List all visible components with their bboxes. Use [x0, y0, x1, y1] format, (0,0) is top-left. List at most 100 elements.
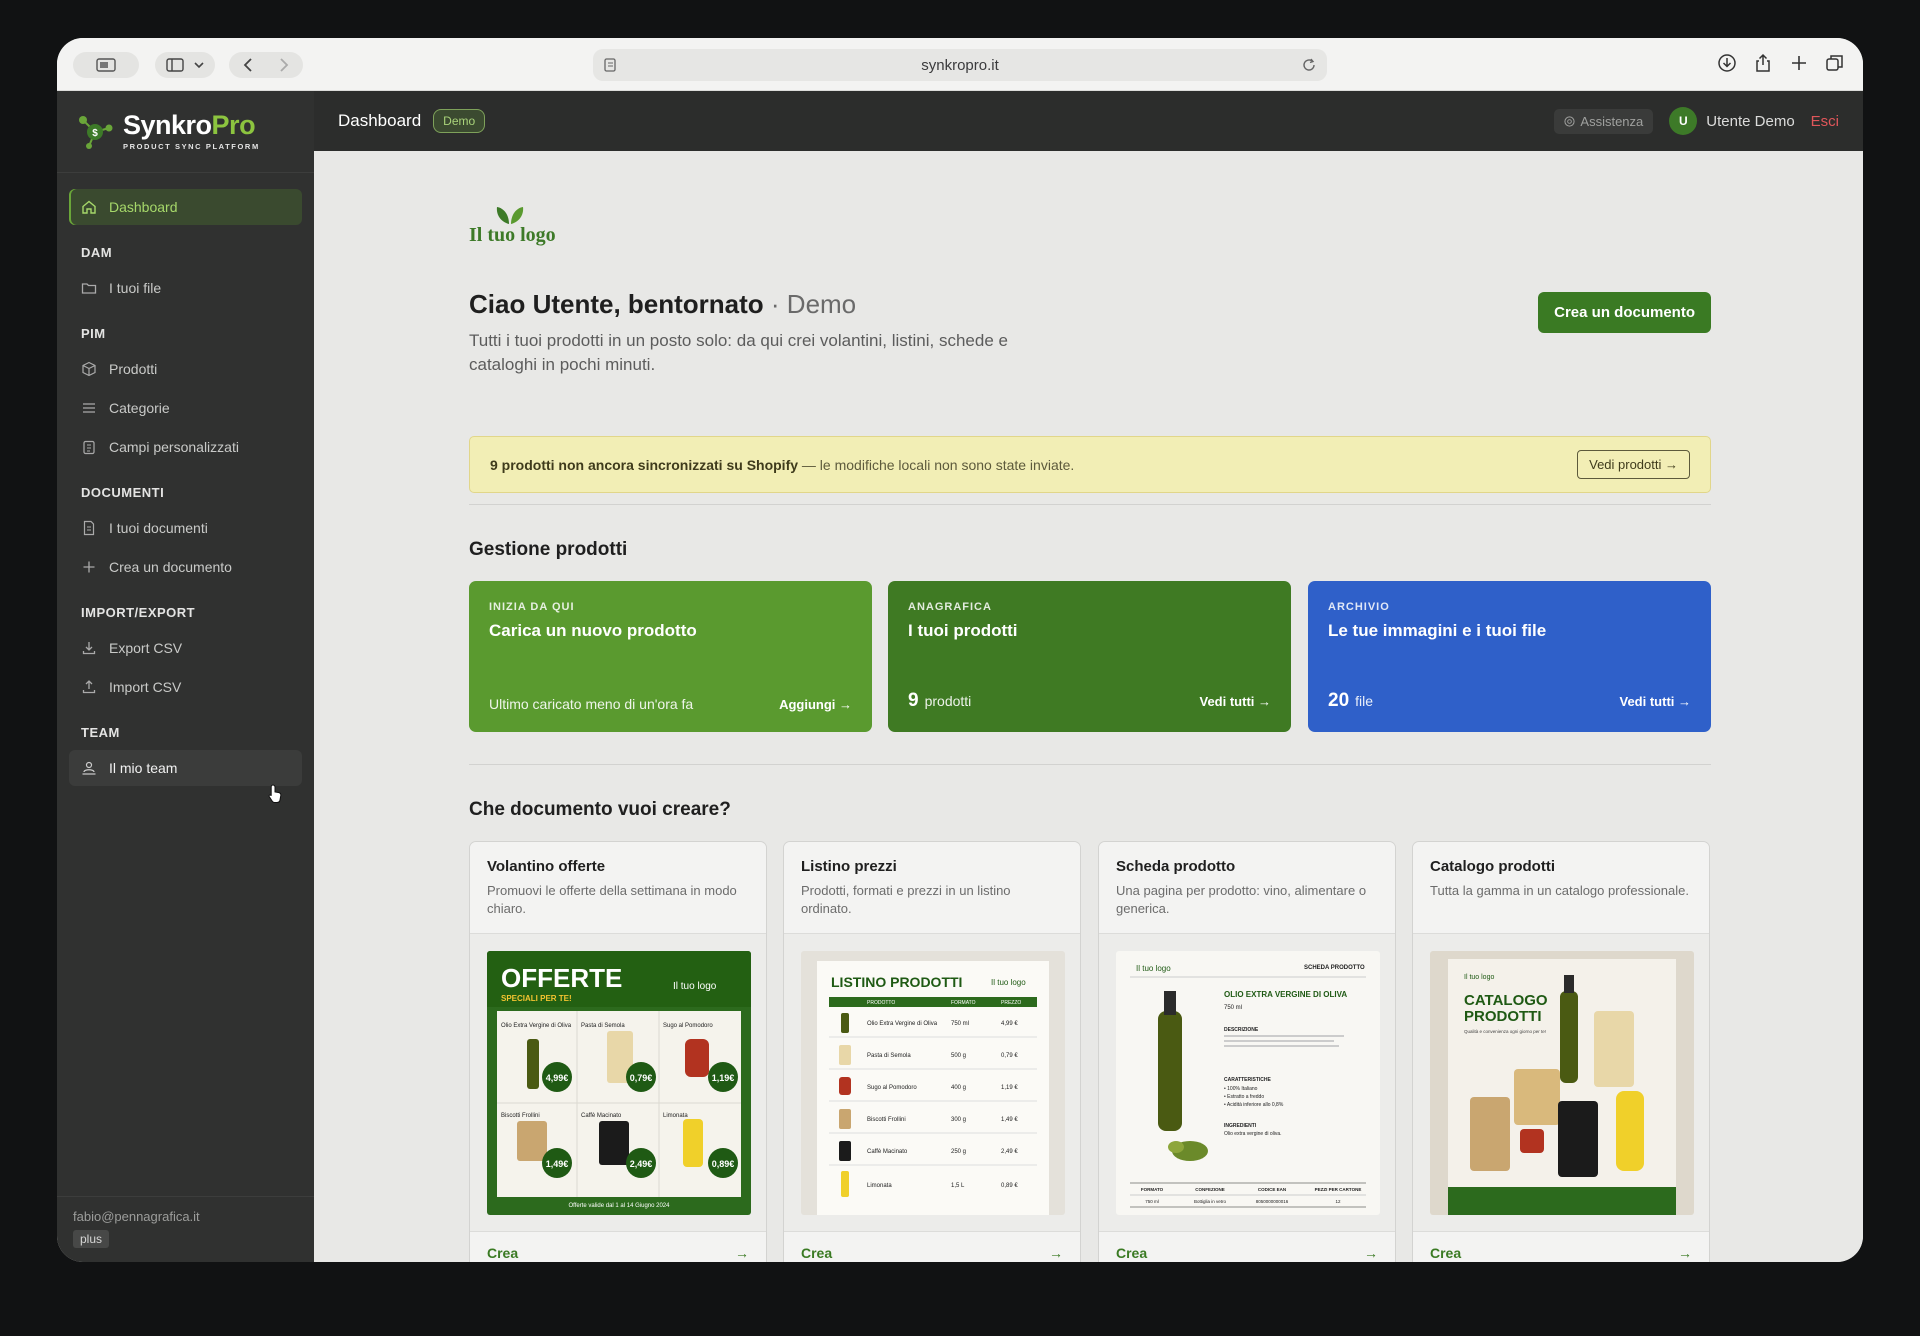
card-files-archive[interactable]: ARCHIVIO Le tue immagini e i tuoi file 2… — [1308, 581, 1711, 732]
product-sheet-preview-image: Il tuo logo SCHEDA PRODOTTO OLIO EXTRA V… — [1116, 951, 1380, 1215]
create-document-button[interactable]: Crea un documento — [1538, 292, 1711, 333]
svg-text:PEZZI PER CARTONE: PEZZI PER CARTONE — [1315, 1187, 1362, 1192]
svg-text:Olio extra vergine di oliva.: Olio extra vergine di oliva. — [1224, 1131, 1282, 1137]
svg-text:1,49 €: 1,49 € — [1001, 1117, 1018, 1123]
svg-text:DESCRIZIONE: DESCRIZIONE — [1224, 1027, 1259, 1033]
card-status: Ultimo caricato meno di un'ora fa — [489, 696, 694, 712]
team-icon — [82, 761, 96, 775]
header-actions: Assistenza U Utente Demo Esci — [1554, 107, 1839, 135]
sidebar-item-label: Il mio team — [109, 760, 178, 776]
leaf-icon — [496, 207, 524, 224]
card-eyebrow: ANAGRAFICA — [908, 601, 992, 613]
download-icon[interactable] — [1717, 53, 1737, 73]
share-icon[interactable] — [1753, 53, 1773, 73]
svg-text:Biscotti Frollini: Biscotti Frollini — [501, 1113, 540, 1119]
template-card-catalog[interactable]: Catalogo prodotti Tutta la gamma in un c… — [1412, 841, 1710, 1262]
svg-text:0,89 €: 0,89 € — [1001, 1183, 1018, 1189]
view-all-products-link[interactable]: Vedi tutti → — [1200, 694, 1272, 709]
page-title: Dashboard — [338, 111, 422, 130]
sidebar-item-export-csv[interactable]: Export CSV — [69, 630, 302, 666]
svg-text:12: 12 — [1335, 1199, 1341, 1204]
user-menu[interactable]: U Utente Demo — [1669, 107, 1795, 135]
main-content: Il tuo logo Ciao Utente, bentornato · De… — [314, 151, 1863, 1262]
sidebar-item-dashboard[interactable]: Dashboard — [69, 189, 302, 225]
svg-text:1,19€: 1,19€ — [712, 1073, 735, 1083]
svg-text:Pasta di Semola: Pasta di Semola — [581, 1023, 625, 1029]
logout-link[interactable]: Esci — [1811, 113, 1839, 130]
logo-text: Il tuo logo — [469, 224, 556, 246]
sidebar-item-import-csv[interactable]: Import CSV — [69, 669, 302, 705]
sidebar-item-products[interactable]: Prodotti — [69, 351, 302, 387]
svg-text:500 g: 500 g — [951, 1053, 966, 1059]
sidebar-item-label: I tuoi file — [109, 280, 162, 296]
create-link[interactable]: Crea — [1430, 1245, 1461, 1261]
arrow-right-icon[interactable]: → — [1678, 1245, 1692, 1261]
template-card-flyer[interactable]: Volantino offerte Promuovi le offerte de… — [469, 841, 767, 1262]
card-my-products[interactable]: ANAGRAFICA I tuoi prodotti 9 prodotti Ve… — [888, 581, 1291, 732]
address-bar[interactable]: synkropro.it — [593, 49, 1327, 81]
svg-text:INGREDIENTI: INGREDIENTI — [1224, 1123, 1257, 1129]
svg-text:Limonata: Limonata — [663, 1113, 688, 1119]
brand-logo[interactable]: $ SynkroPro PRODUCT SYNC PLATFORM — [57, 91, 314, 173]
svg-text:2,49 €: 2,49 € — [1001, 1149, 1018, 1155]
sidebar-item-label: Export CSV — [109, 640, 183, 656]
svg-text:250 g: 250 g — [951, 1149, 966, 1155]
catalog-preview-image: Il tuo logo CATALOGO PRODOTTI Qualità e … — [1430, 951, 1694, 1215]
products-section-title: Gestione prodotti — [469, 539, 628, 560]
svg-text:Il tuo logo: Il tuo logo — [1464, 974, 1494, 981]
price-list-preview-image: LISTINO PRODOTTI Il tuo logo PRODOTTO FO… — [801, 951, 1065, 1215]
sidebar-item-documents[interactable]: I tuoi documenti — [69, 510, 302, 546]
plan-badge: plus — [73, 1230, 110, 1248]
forward-icon[interactable] — [279, 58, 289, 72]
divider — [469, 504, 1711, 505]
arrow-right-icon[interactable]: → — [1049, 1245, 1063, 1261]
view-all-files-link[interactable]: Vedi tutti → — [1620, 694, 1692, 709]
sidebar-item-label: Categorie — [109, 400, 170, 416]
assistance-button[interactable]: Assistenza — [1554, 108, 1654, 134]
section-heading-team: TEAM — [81, 725, 120, 740]
svg-text:PRODOTTO: PRODOTTO — [867, 1000, 895, 1006]
card-upload-product[interactable]: INIZIA DA QUI Carica un nuovo prodotto U… — [469, 581, 872, 732]
greeting-heading: Ciao Utente, bentornato · Demo — [469, 289, 857, 319]
svg-text:Pasta di Semola: Pasta di Semola — [867, 1053, 911, 1059]
flyer-preview-image: OFFERTE SPECIALI PER TE! Il tuo logo Oli… — [487, 951, 751, 1215]
back-icon[interactable] — [243, 58, 253, 72]
svg-text:Sugo al Pomodoro: Sugo al Pomodoro — [663, 1023, 713, 1029]
window-controls[interactable] — [73, 52, 139, 78]
divider — [469, 764, 1711, 765]
arrow-right-icon[interactable]: → — [1364, 1245, 1378, 1261]
sidebar-toggle-button[interactable] — [155, 52, 215, 78]
tab-overview-icon[interactable] — [1825, 53, 1845, 73]
sidebar-item-my-team[interactable]: Il mio team — [69, 750, 302, 786]
create-link[interactable]: Crea — [801, 1245, 832, 1261]
sidebar-item-categories[interactable]: Categorie — [69, 390, 302, 426]
new-tab-icon[interactable] — [1789, 53, 1809, 73]
page-settings-icon[interactable] — [603, 57, 619, 73]
svg-text:Olio Extra Vergine di Oliva: Olio Extra Vergine di Oliva — [867, 1021, 938, 1027]
app-header: Dashboard Demo Assistenza U Utente Demo … — [314, 91, 1863, 151]
view-products-button[interactable]: Vedi prodotti → — [1577, 450, 1690, 479]
svg-text:Qualità e convenienza ogni gio: Qualità e convenienza ogni giorno per te… — [1464, 1029, 1546, 1034]
upload-icon — [82, 680, 96, 694]
reload-icon[interactable] — [1301, 57, 1317, 73]
svg-text:1,49€: 1,49€ — [546, 1159, 569, 1169]
sidebar-item-files[interactable]: I tuoi file — [69, 270, 302, 306]
products-unit: prodotti — [924, 693, 972, 709]
sidebar: $ SynkroPro PRODUCT SYNC PLATFORM Dashbo… — [57, 91, 314, 1262]
sync-alert: 9 prodotti non ancora sincronizzati su S… — [469, 436, 1711, 493]
template-card-price-list[interactable]: Listino prezzi Prodotti, formati e prezz… — [783, 841, 1081, 1262]
sidebar-icon — [166, 58, 184, 72]
tab-overview-icon — [96, 58, 116, 72]
sidebar-item-create-document[interactable]: Crea un documento — [69, 549, 302, 585]
create-link[interactable]: Crea — [487, 1245, 518, 1261]
create-link[interactable]: Crea — [1116, 1245, 1147, 1261]
template-card-product-sheet[interactable]: Scheda prodotto Una pagina per prodotto:… — [1098, 841, 1396, 1262]
sidebar-item-custom-fields[interactable]: Campi personalizzati — [69, 429, 302, 465]
svg-text:1,5 L: 1,5 L — [951, 1183, 965, 1189]
svg-text:OFFERTE: OFFERTE — [501, 963, 622, 993]
svg-text:0,79 €: 0,79 € — [1001, 1053, 1018, 1059]
arrow-right-icon[interactable]: → — [735, 1245, 749, 1261]
sidebar-item-label: Crea un documento — [109, 559, 232, 575]
svg-text:Biscotti Frollini: Biscotti Frollini — [867, 1117, 906, 1123]
add-product-link[interactable]: Aggiungi → — [779, 697, 852, 712]
